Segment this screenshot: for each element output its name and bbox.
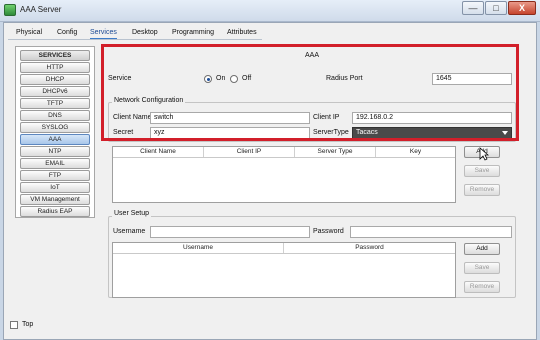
sidebar-item-syslog[interactable]: SYSLOG bbox=[20, 122, 90, 133]
client-remove-button[interactable]: Remove bbox=[464, 184, 500, 196]
client-table-header-client-ip[interactable]: Client IP bbox=[204, 147, 294, 157]
window-title: AAA Server bbox=[20, 5, 62, 14]
tab-programming[interactable]: Programming bbox=[172, 26, 214, 40]
tab-config[interactable]: Config bbox=[57, 26, 77, 40]
header-divider bbox=[113, 157, 455, 158]
tab-services[interactable]: Services bbox=[90, 26, 117, 40]
red-highlight-box bbox=[101, 44, 519, 141]
sidebar-item-ntp[interactable]: NTP bbox=[20, 146, 90, 157]
user-add-button[interactable]: Add bbox=[464, 243, 500, 255]
client-table[interactable]: Client Name Client IP Server Type Key bbox=[112, 146, 456, 203]
client-table-header-server-type[interactable]: Server Type bbox=[295, 147, 375, 157]
header-divider bbox=[113, 253, 455, 254]
client-table-header-key[interactable]: Key bbox=[376, 147, 455, 157]
close-button[interactable]: X bbox=[508, 1, 536, 15]
top-label: Top bbox=[22, 321, 34, 328]
sidebar-item-iot[interactable]: IoT bbox=[20, 182, 90, 193]
user-setup-title: User Setup bbox=[112, 210, 152, 217]
top-checkbox[interactable] bbox=[10, 321, 18, 329]
sidebar-item-aaa[interactable]: AAA bbox=[20, 134, 90, 145]
tab-desktop[interactable]: Desktop bbox=[132, 26, 158, 40]
username-input[interactable] bbox=[150, 226, 310, 238]
password-input[interactable] bbox=[350, 226, 512, 238]
maximize-button[interactable]: □ bbox=[485, 1, 507, 15]
tab-physical[interactable]: Physical bbox=[16, 26, 42, 40]
tab-attributes[interactable]: Attributes bbox=[227, 26, 257, 40]
sidebar-item-dns[interactable]: DNS bbox=[20, 110, 90, 121]
sidebar-item-dhcpv6[interactable]: DHCPv6 bbox=[20, 86, 90, 97]
user-save-button[interactable]: Save bbox=[464, 262, 500, 274]
user-table[interactable]: Username Password bbox=[112, 242, 456, 298]
sidebar-item-tftp[interactable]: TFTP bbox=[20, 98, 90, 109]
password-label: Password bbox=[313, 228, 344, 235]
tab-divider bbox=[8, 39, 262, 40]
sidebar-item-vm-management[interactable]: VM Management bbox=[20, 194, 90, 205]
minimize-button[interactable]: — bbox=[462, 1, 484, 15]
mouse-cursor-icon bbox=[479, 147, 489, 161]
username-label: Username bbox=[113, 228, 146, 235]
title-bar bbox=[0, 0, 540, 22]
sidebar-item-radius-eap[interactable]: Radius EAP bbox=[20, 206, 90, 217]
client-save-button[interactable]: Save bbox=[464, 165, 500, 177]
user-table-header-username[interactable]: Username bbox=[113, 243, 283, 253]
sidebar-item-http[interactable]: HTTP bbox=[20, 62, 90, 73]
app-icon bbox=[4, 4, 16, 16]
user-remove-button[interactable]: Remove bbox=[464, 281, 500, 293]
sidebar-item-ftp[interactable]: FTP bbox=[20, 170, 90, 181]
services-header: SERVICES bbox=[20, 50, 90, 61]
client-table-header-client-name[interactable]: Client Name bbox=[113, 147, 203, 157]
sidebar-item-dhcp[interactable]: DHCP bbox=[20, 74, 90, 85]
services-sidebar: SERVICES HTTP DHCP DHCPv6 TFTP DNS SYSLO… bbox=[15, 46, 95, 218]
user-table-header-password[interactable]: Password bbox=[284, 243, 455, 253]
sidebar-item-email[interactable]: EMAIL bbox=[20, 158, 90, 169]
